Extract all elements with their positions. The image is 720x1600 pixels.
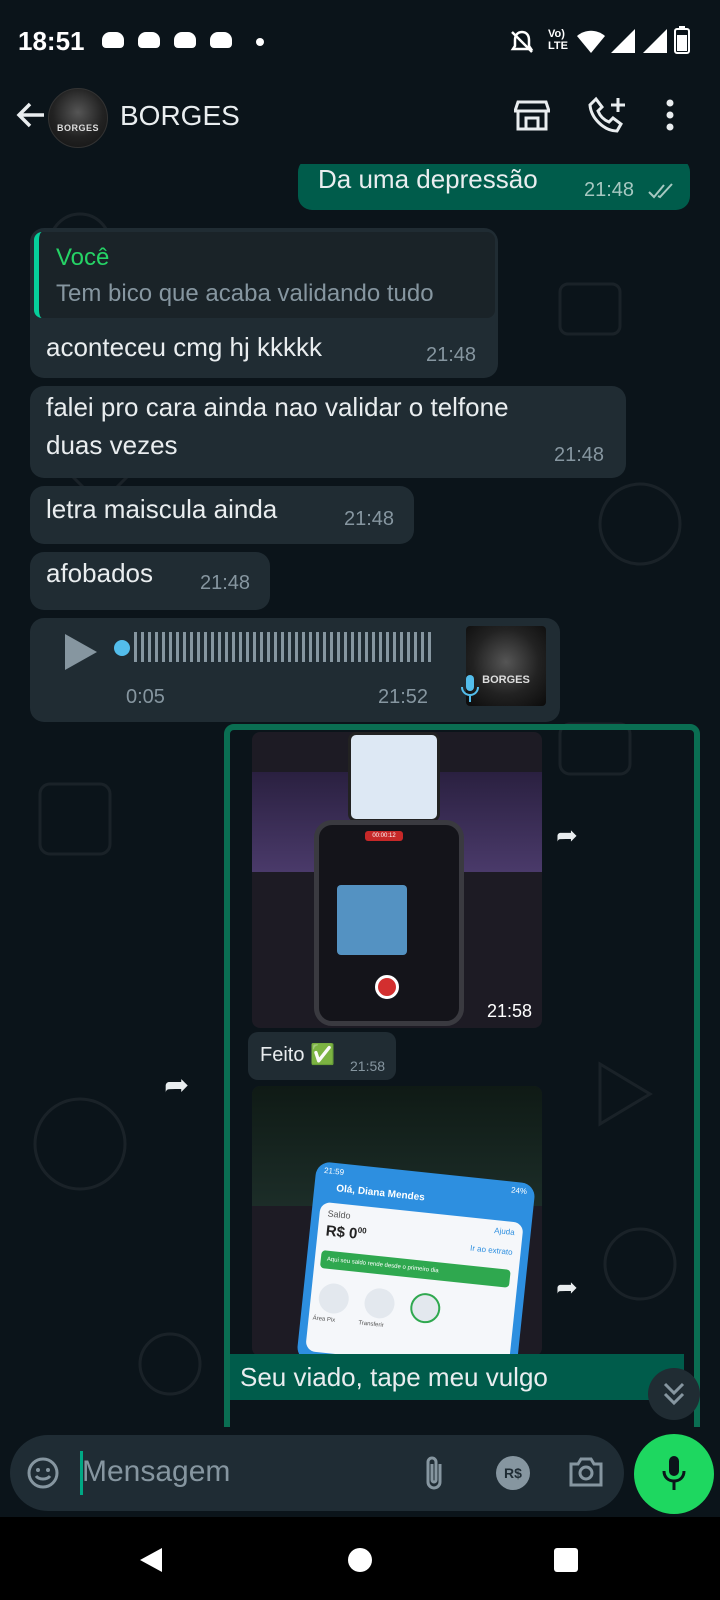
discord-notification-icon bbox=[210, 32, 232, 48]
message-time: 21:48 bbox=[584, 179, 635, 201]
photo-inner-screen bbox=[337, 885, 407, 955]
photo-help: Ajuda bbox=[493, 1225, 516, 1238]
emoji-icon[interactable] bbox=[26, 1456, 60, 1490]
photo-saldo-cents: 00 bbox=[357, 1225, 368, 1236]
chevron-double-down-icon bbox=[663, 1382, 685, 1406]
audio-waveform[interactable] bbox=[134, 632, 434, 662]
signal-icon bbox=[611, 29, 635, 53]
mute-bell-icon bbox=[510, 30, 534, 53]
discord-notification-icon bbox=[174, 32, 196, 48]
status-time: 18:51 bbox=[18, 26, 85, 56]
scroll-to-bottom-button[interactable] bbox=[648, 1368, 700, 1420]
mic-icon bbox=[662, 1456, 686, 1490]
photo-saldo-label: Saldo bbox=[327, 1208, 352, 1221]
nav-home-icon[interactable] bbox=[348, 1548, 372, 1572]
contact-name[interactable]: BORGES bbox=[120, 100, 240, 132]
photo-attachment[interactable]: 00:00:12 21:58 bbox=[252, 732, 542, 1028]
nav-recents-icon[interactable] bbox=[554, 1548, 578, 1572]
camera-icon[interactable] bbox=[568, 1456, 604, 1488]
forward-icon[interactable]: ➦ bbox=[164, 1068, 189, 1103]
photo-extrato: Ir ao extrato bbox=[469, 1243, 514, 1257]
message-time: 21:48 bbox=[554, 444, 605, 466]
photo-tile-label: Transferir bbox=[358, 1320, 384, 1329]
photo-phone-screen: 21:59 24% Olá, Diana Mendes Saldo Ajuda … bbox=[296, 1161, 536, 1356]
photo-battery: 24% bbox=[510, 1185, 528, 1197]
contact-avatar[interactable]: BORGES bbox=[48, 88, 108, 148]
message-time: 21:48 bbox=[200, 572, 251, 594]
caption-time: 21:58 bbox=[350, 1058, 386, 1074]
attach-icon[interactable] bbox=[420, 1454, 448, 1494]
message-text-line1: falei pro cara ainda nao validar o telfo… bbox=[46, 392, 509, 422]
back-arrow-icon[interactable] bbox=[14, 98, 48, 132]
photo-tile-icon bbox=[363, 1286, 397, 1320]
photo-screen-top bbox=[348, 732, 440, 822]
volte-indicator: Vo) LTE bbox=[548, 28, 568, 52]
message-time: 21:48 bbox=[344, 508, 395, 530]
discord-notification-icon bbox=[138, 32, 160, 48]
message-time: 21:48 bbox=[426, 344, 477, 366]
quote-text: Tem bico que acaba validando tudo bbox=[56, 280, 434, 307]
message-text: Da uma depressão bbox=[318, 164, 538, 194]
caption-text: Feito ✅ bbox=[260, 1044, 335, 1066]
photo-time: 21:58 bbox=[486, 1001, 532, 1021]
message-time: 21:52 bbox=[378, 686, 429, 708]
message-text: letra maiscula ainda bbox=[46, 494, 278, 524]
message-text: afobados bbox=[46, 558, 153, 588]
add-call-icon[interactable] bbox=[588, 96, 628, 134]
battery-icon bbox=[674, 26, 690, 54]
forward-icon[interactable]: ➦ bbox=[556, 1272, 578, 1303]
more-options-icon[interactable] bbox=[664, 98, 676, 132]
volte-label: Vo) bbox=[548, 28, 565, 40]
photo-banner: Aqui seu saldo rende desde o primeiro di… bbox=[319, 1250, 511, 1288]
more-notifications-icon bbox=[256, 38, 264, 46]
photo-tile-icon bbox=[408, 1291, 442, 1325]
photo-balance-card: Saldo Ajuda R$ 000 Ir ao extrato Aqui se… bbox=[305, 1201, 524, 1356]
photo-phone-time: 21:59 bbox=[323, 1165, 345, 1177]
voice-duration: 0:05 bbox=[126, 686, 165, 708]
nav-back-icon[interactable] bbox=[138, 1546, 164, 1574]
photo-attachment[interactable]: 21:59 24% Olá, Diana Mendes Saldo Ajuda … bbox=[252, 1086, 542, 1356]
photo-tile-label: Área Pix bbox=[312, 1315, 336, 1324]
photo-saldo-amount: R$ 0 bbox=[324, 1222, 359, 1243]
payment-button[interactable]: R$ bbox=[496, 1456, 530, 1490]
photo-phone: 00:00:12 bbox=[314, 820, 464, 1026]
discord-notification-icon bbox=[102, 32, 124, 48]
photo-greeting: Olá, Diana Mendes bbox=[335, 1183, 426, 1204]
avatar-label: BORGES bbox=[56, 123, 99, 133]
photo-tile-icon bbox=[317, 1282, 351, 1316]
wifi-icon bbox=[577, 30, 605, 53]
lte-label: LTE bbox=[548, 40, 568, 52]
store-icon[interactable] bbox=[514, 98, 550, 132]
message-text: Seu viado, tape meu vulgo bbox=[240, 1362, 548, 1392]
mic-icon bbox=[461, 675, 479, 702]
message-text-line2: duas vezes bbox=[46, 430, 178, 460]
signal-icon bbox=[643, 29, 667, 53]
play-icon[interactable] bbox=[62, 632, 98, 672]
forward-icon[interactable]: ➦ bbox=[556, 820, 578, 851]
message-placeholder[interactable]: Mensagem bbox=[82, 1455, 230, 1489]
quote-author: Você bbox=[56, 244, 110, 271]
record-button-graphic bbox=[375, 975, 399, 999]
recording-label: 00:00:12 bbox=[365, 831, 403, 841]
voice-record-button[interactable] bbox=[634, 1434, 714, 1514]
message-text: aconteceu cmg hj kkkkk bbox=[46, 332, 323, 362]
chat-area[interactable]: Da uma depressão 21:48 Você Tem bico que… bbox=[0, 164, 720, 1427]
read-receipt-icon bbox=[648, 183, 673, 199]
playback-scrubber[interactable] bbox=[114, 640, 130, 656]
photo-saldo-value: R$ 000 bbox=[325, 1222, 367, 1243]
